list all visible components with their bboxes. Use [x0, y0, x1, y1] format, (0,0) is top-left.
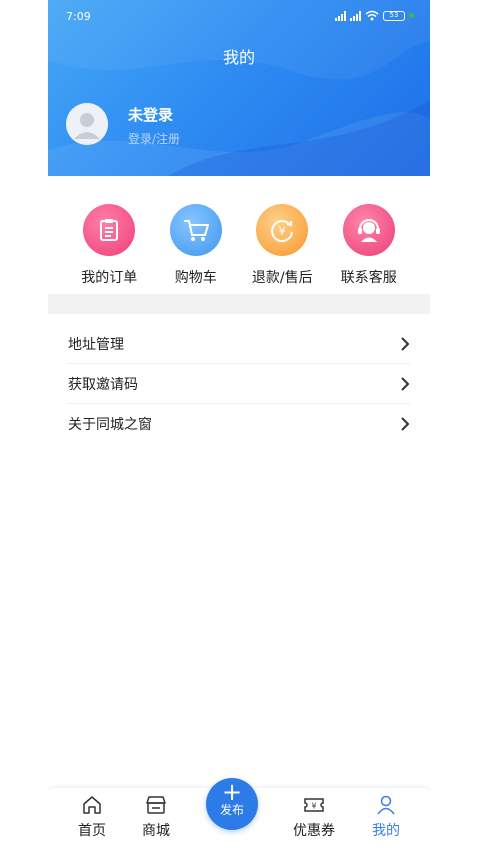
battery-icon: 53	[383, 10, 405, 21]
wifi-icon	[365, 10, 379, 21]
headset-icon	[342, 204, 395, 256]
clipboard-icon	[83, 204, 136, 256]
user-name: 未登录	[128, 106, 174, 124]
shortcut-grid: 我的订单 购物车 ¥ 退款/售后 联系客服	[48, 204, 430, 294]
user-avatar-icon	[66, 103, 108, 145]
svg-text:¥: ¥	[279, 225, 286, 238]
menu-item-invite-code[interactable]: 获取邀请码	[68, 364, 410, 404]
coupon-icon: ¥	[304, 798, 324, 812]
publish-button[interactable]: + 发布	[206, 778, 258, 830]
status-bar: 7:09 53	[48, 0, 430, 30]
shortcut-label: 联系客服	[340, 270, 397, 286]
tab-label: 商城	[142, 823, 170, 839]
page-title: 我的	[222, 48, 255, 67]
shortcut-cart[interactable]: 购物车	[156, 204, 236, 294]
menu-item-label: 地址管理	[68, 336, 124, 353]
chevron-right-icon	[401, 417, 410, 431]
menu-item-label: 关于同城之窗	[68, 417, 152, 433]
status-time: 7:09	[66, 10, 91, 23]
chevron-right-icon	[401, 376, 410, 391]
tab-label: 首页	[78, 823, 106, 839]
cart-icon	[169, 204, 222, 256]
plus-icon: +	[221, 778, 243, 806]
shortcut-label: 我的订单	[81, 270, 138, 286]
tab-label: 我的	[372, 823, 400, 839]
profile-header: 7:09 53 我的 未登录 登录/注册	[48, 0, 430, 176]
login-register-link[interactable]: 登录/注册	[128, 130, 180, 147]
status-icons: 53	[335, 10, 414, 21]
publish-label: 发布	[219, 803, 244, 817]
tab-label: 优惠券	[293, 823, 335, 839]
settings-menu: 地址管理 获取邀请码 关于同城之窗	[68, 324, 410, 444]
shortcut-refund[interactable]: ¥ 退款/售后	[242, 204, 322, 294]
svg-text:¥: ¥	[311, 802, 316, 811]
shortcut-customer-service[interactable]: 联系客服	[329, 204, 409, 294]
menu-item-address-management[interactable]: 地址管理	[68, 324, 410, 364]
avatar[interactable]	[66, 103, 108, 145]
shortcut-label: 购物车	[174, 270, 217, 286]
shortcut-my-orders[interactable]: 我的订单	[69, 204, 149, 294]
tab-mall[interactable]: 商城	[126, 794, 186, 840]
menu-item-label: 获取邀请码	[68, 376, 138, 393]
refund-icon: ¥	[256, 204, 309, 256]
signal-icon	[350, 10, 361, 21]
menu-item-about[interactable]: 关于同城之窗	[68, 404, 410, 444]
tab-mine[interactable]: 我的	[356, 794, 416, 840]
home-icon	[83, 796, 101, 814]
chevron-right-icon	[401, 336, 410, 351]
charging-dot-icon	[409, 13, 414, 18]
store-icon	[146, 796, 166, 814]
signal-icon	[335, 10, 346, 21]
app-screen: 7:09 53 我的 未登录 登录/注册 我的订单 购物车 ¥ 退款/售后 联系…	[48, 0, 430, 850]
tab-coupons[interactable]: ¥ 优惠券	[284, 794, 344, 840]
user-icon	[377, 795, 395, 815]
shortcut-label: 退款/售后	[251, 270, 313, 286]
section-divider	[48, 294, 430, 314]
tab-home[interactable]: 首页	[62, 794, 122, 840]
